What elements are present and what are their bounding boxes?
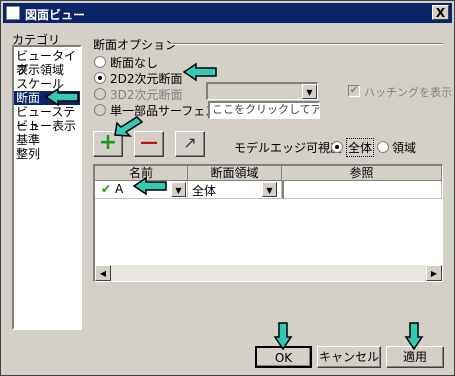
window-title: 図面ビュー	[25, 8, 86, 22]
close-button[interactable]: X	[432, 5, 449, 20]
radio-edge-all-label: 全体	[346, 138, 375, 157]
scroll-left-icon[interactable]: ◀	[95, 265, 111, 281]
category-item-align[interactable]: 整列	[14, 147, 80, 161]
column-header-reference[interactable]: 参照	[282, 166, 442, 181]
horizontal-scrollbar[interactable]: ◀ ▶	[95, 265, 442, 281]
row-area-dropdown[interactable]: ▼	[261, 182, 277, 198]
radio-edge-area-label: 領域	[392, 141, 417, 155]
scroll-right-icon[interactable]: ▶	[426, 265, 442, 281]
radio-no-section-label: 断面なし	[110, 56, 159, 70]
edit-arrow-icon: ↗	[183, 133, 197, 152]
dialog-window: 図面ビュー X カテゴリ ビュータイプ 表示領域 スケール 断面 ビューステート…	[0, 0, 455, 376]
radio-3d-section-label: 3D2次元断面	[110, 88, 183, 102]
highlight-arrow-down-icon	[404, 322, 424, 351]
hatching-checkbox[interactable]: ✔	[348, 85, 360, 97]
column-header-section-area[interactable]: 断面領域	[188, 166, 282, 181]
title-bar: 図面ビュー X	[3, 3, 452, 23]
row-reference-cell[interactable]	[282, 181, 442, 199]
category-item-display-area[interactable]: 表示領域	[14, 63, 80, 77]
chevron-down-icon: ▼	[262, 182, 277, 197]
section-3d-dropdown[interactable]: ▼	[206, 82, 318, 100]
row-name: A	[115, 182, 124, 196]
check-icon: ✔	[101, 182, 112, 196]
radio-2d-section[interactable]	[94, 72, 106, 84]
category-item-view-display[interactable]: ビュー表示	[14, 119, 80, 133]
highlight-arrow-left-icon	[44, 87, 79, 107]
highlight-arrow-down-icon	[273, 322, 293, 351]
chevron-down-icon: ▼	[171, 182, 186, 197]
category-item-view-type[interactable]: ビュータイプ	[14, 49, 80, 77]
row-name-dropdown[interactable]: ▼	[170, 182, 186, 198]
category-item-view-state[interactable]: ビューステート	[14, 105, 80, 133]
highlight-arrow-diagonal-icon	[114, 116, 144, 137]
radio-single-part-surface[interactable]	[94, 104, 106, 116]
section-options-header: 断面オプション	[93, 38, 178, 52]
hatching-label: ハッチングを表示	[364, 86, 452, 99]
radio-2d-section-label: 2D2次元断面	[110, 72, 183, 86]
row-area-cell[interactable]: 全体 ▼	[188, 181, 282, 199]
row-area: 全体	[192, 184, 217, 198]
radio-edge-all[interactable]	[331, 141, 343, 153]
category-item-datum[interactable]: 基準	[14, 133, 80, 147]
radio-3d-section[interactable]	[94, 88, 106, 100]
app-icon	[6, 6, 20, 20]
edit-section-button[interactable]: ↗	[175, 131, 205, 157]
edge-visibility-label: モデルエッジ可視度	[234, 141, 343, 155]
chevron-down-icon: ▼	[302, 84, 317, 99]
cancel-button[interactable]: キャンセル	[317, 346, 381, 368]
highlight-arrow-left-icon	[132, 176, 167, 196]
radio-no-section[interactable]	[94, 56, 106, 68]
single-part-surface-field[interactable]: ここをクリックしてアイテムを追	[208, 101, 320, 119]
radio-edge-area[interactable]	[377, 141, 389, 153]
section-group-divider	[171, 43, 443, 45]
highlight-arrow-left-icon	[182, 62, 217, 82]
